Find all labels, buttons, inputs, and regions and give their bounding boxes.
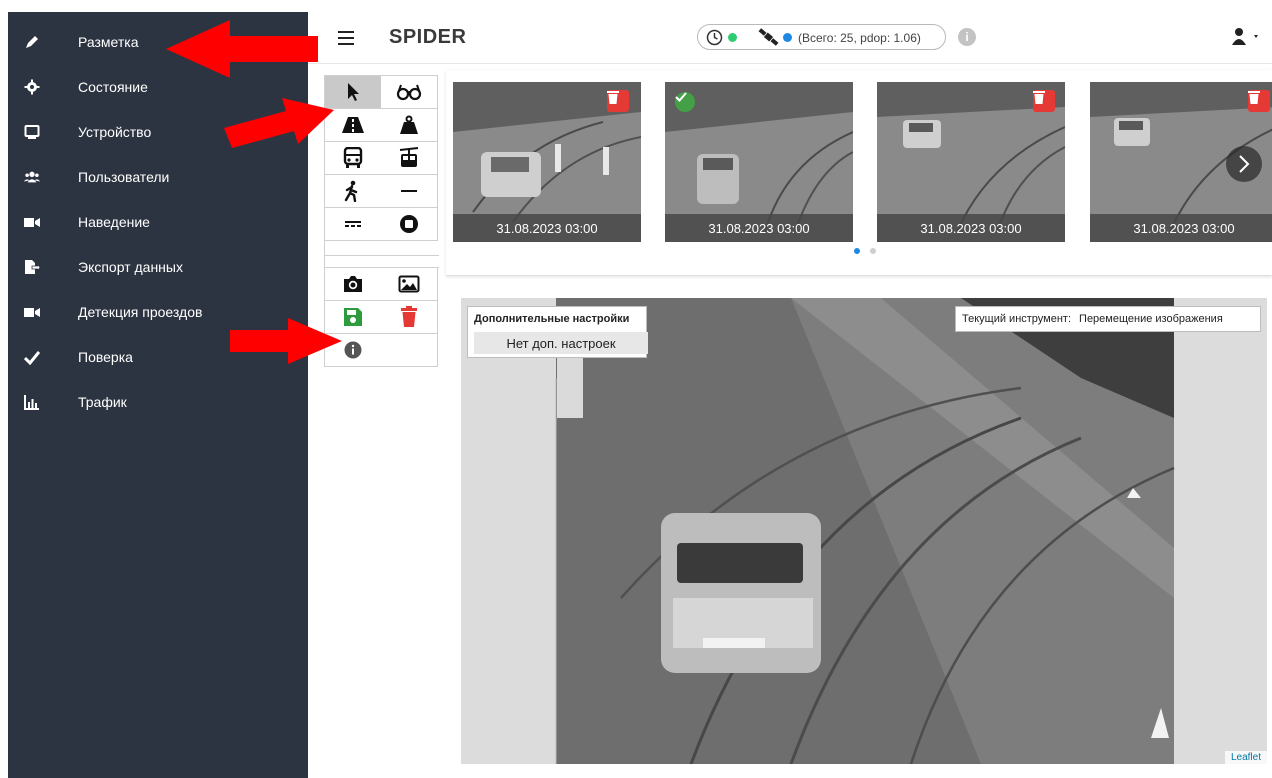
glasses-tool-button[interactable] [381,76,438,109]
sidebar-item-label: Экспорт данных [78,259,183,275]
image-icon [398,275,420,293]
top-bar: SPIDER (Всего: 25, pdop: 1.06) i [308,12,1272,64]
trash-icon [401,306,417,327]
annotation-arrow-right-icon [230,318,342,364]
thumbnail-card[interactable]: 31.08.2023 03:00 [665,82,853,242]
check-icon [675,92,687,102]
stop-circle-icon [400,215,418,233]
status-indicator[interactable]: (Всего: 25, pdop: 1.06) [697,24,946,50]
clock-status-dot [728,33,737,42]
trash-icon [1248,91,1260,104]
sidebar-item-label: Разметка [78,34,139,50]
sidebar-item-export[interactable]: Экспорт данных [8,252,308,282]
carousel-dot[interactable] [870,248,876,254]
users-icon [24,169,40,185]
user-menu-icon[interactable] [1232,27,1260,47]
sidebar-item-aiming[interactable]: Наведение [8,207,308,237]
app-title: SPIDER [389,26,467,48]
current-tool-panel: Текущий инструмент: Перемещение изображе… [955,306,1261,332]
verified-badge [675,92,695,112]
pedestrian-tool-button[interactable] [325,175,382,208]
save-icon [344,308,362,326]
empty-tool-slot [381,334,438,367]
weight-icon [400,115,418,134]
annotation-arrow-left-icon [166,20,318,78]
glasses-icon [396,84,422,101]
tram-tool-button[interactable] [381,142,438,175]
leaflet-attribution-link[interactable]: Leaflet [1224,751,1267,764]
line-icon [401,190,417,192]
carousel-dot-active[interactable] [854,248,860,254]
sidebar-item-label: Детекция проездов [78,304,203,320]
check-icon [24,349,40,365]
bar-chart-icon [24,394,40,410]
trash-icon [607,91,619,104]
video-camera-icon [24,304,40,320]
screenshot-button[interactable] [325,268,382,301]
extra-settings-value: Нет доп. настроек [474,332,648,354]
info-icon[interactable]: i [958,28,976,46]
chevron-right-icon [1239,155,1250,173]
thumbnail-card[interactable]: 31.08.2023 03:00 [453,82,641,242]
sidebar-item-label: Устройство [78,124,152,140]
extra-settings-panel: Дополнительные настройки Нет доп. настро… [467,306,648,358]
road-icon [342,117,364,133]
sidebar-item-label: Пользователи [78,169,170,185]
delete-thumbnail-button[interactable] [607,90,629,112]
carousel-next-button[interactable] [1226,146,1262,182]
delete-thumbnail-button[interactable] [1248,90,1270,112]
annotation-arrow-right-icon [224,98,334,148]
thumbnail-caption: 31.08.2023 03:00 [453,214,641,242]
line-tool-button[interactable] [381,175,438,208]
thumbnail-carousel: 31.08.2023 03:00 31.08.2023 03:00 31.08.… [446,70,1272,276]
thumbnail-caption: 31.08.2023 03:00 [877,214,1065,242]
tram-icon [399,147,419,167]
thumbnail-card[interactable]: 31.08.2023 03:00 [877,82,1065,242]
cursor-icon [348,83,359,101]
sidebar-item-label: Трафик [78,394,127,410]
image-viewer-container: Дополнительные настройки Нет доп. настро… [446,282,1272,778]
dashed-line-tool-button[interactable] [325,208,382,241]
gps-status-text: (Всего: 25, pdop: 1.06) [798,31,921,45]
weight-tool-button[interactable] [381,109,438,142]
current-tool-label: Текущий инструмент: [962,313,1072,325]
clock-icon [706,29,723,49]
gps-status-dot [783,33,792,42]
bus-icon [343,147,363,168]
toolbar-divider [325,241,439,256]
camera-icon [344,276,362,292]
sidebar-item-traffic[interactable]: Трафик [8,387,308,417]
sidebar-item-users[interactable]: Пользователи [8,162,308,192]
info-icon [344,341,362,359]
extra-settings-title: Дополнительные настройки [474,313,630,325]
trash-icon [1033,91,1045,104]
stop-tool-button[interactable] [381,208,438,241]
satellite-icon [758,28,780,50]
thumbnail-caption: 31.08.2023 03:00 [1090,214,1272,242]
dashed-line-icon [345,221,361,227]
sidebar-item-label: Состояние [78,79,148,95]
video-camera-icon [24,214,40,230]
toolbar-divider [325,256,439,268]
gear-icon [24,79,40,95]
sidebar-item-label: Поверка [78,349,133,365]
walking-icon [344,180,358,202]
current-tool-value: Перемещение изображения [1079,313,1223,325]
image-button[interactable] [381,268,438,301]
file-export-icon [24,259,40,275]
thumbnail-caption: 31.08.2023 03:00 [665,214,853,242]
delete-thumbnail-button[interactable] [1033,90,1055,112]
sidebar-item-label: Наведение [78,214,150,230]
camera-frame-image [555,298,1175,764]
hamburger-menu-icon[interactable] [336,28,358,48]
image-viewer[interactable]: Дополнительные настройки Нет доп. настро… [461,298,1267,764]
device-icon [24,124,40,140]
pen-icon [24,34,40,50]
delete-button[interactable] [381,301,438,334]
